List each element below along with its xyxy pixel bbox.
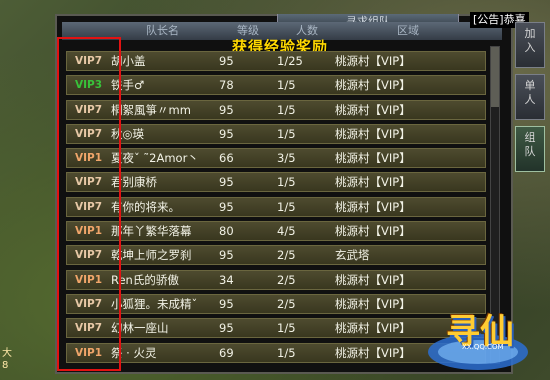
team-level: 95	[219, 248, 234, 263]
team-member-count: 1/5	[277, 199, 296, 214]
team-level: 80	[219, 224, 234, 239]
team-leader-name: 小狐狸。未成精ˇ	[111, 296, 198, 311]
team-member-count: 1/5	[277, 345, 296, 360]
team-member-count: 1/5	[277, 126, 296, 141]
team-member-count: 1/5	[277, 175, 296, 190]
team-area: 桃源村【VIP】	[335, 175, 411, 190]
team-row[interactable]: VIP1 那年丫繁华落幕 80 4/5 桃源村【VIP】	[66, 221, 486, 242]
team-area: 桃源村【VIP】	[335, 102, 411, 117]
team-member-count: 1/25	[277, 54, 303, 68]
header-leader[interactable]: 队长名	[146, 22, 179, 40]
team-leader-name: 桐絮風箏〃mm	[111, 102, 191, 117]
team-row[interactable]: VIP7 幻林一座山 95 1/5 桃源村【VIP】	[66, 318, 486, 339]
team-area: 玄武塔	[335, 248, 370, 263]
team-row[interactable]: VIP1 夏夜ˇ ˜2Amor丶 66 3/5 桃源村【VIP】	[66, 148, 486, 169]
team-level: 78	[219, 78, 234, 93]
team-row[interactable]: VIP7 桐絮風箏〃mm 95 1/5 桃源村【VIP】	[66, 99, 486, 120]
team-level: 34	[219, 272, 234, 287]
tab-solo[interactable]: 单 人	[515, 74, 545, 120]
team-member-count: 4/5	[277, 224, 296, 239]
team-area: 桃源村【VIP】	[335, 296, 411, 311]
team-level: 95	[219, 296, 234, 311]
team-leader-name: 那年丫繁华落幕	[111, 224, 192, 239]
team-row[interactable]: VIP7 秋◎瑛 95 1/5 桃源村【VIP】	[66, 123, 486, 144]
team-leader-name: 夏夜ˇ ˜2Amor丶	[111, 151, 199, 166]
team-level: 95	[219, 199, 234, 214]
team-row[interactable]: VIP7 小狐狸。未成精ˇ 95 2/5 桃源村【VIP】	[66, 293, 486, 314]
tab-join[interactable]: 加 入	[515, 22, 545, 68]
team-member-count: 1/5	[277, 321, 296, 336]
left-edge-text: 大 8	[2, 348, 12, 371]
tab-team[interactable]: 组 队	[515, 126, 545, 172]
team-level: 95	[219, 321, 234, 336]
team-row[interactable]: VIP1 祭 · 火灵 69 1/5 桃源村【VIP】	[66, 342, 486, 363]
team-row[interactable]: VIP7 有你的将来。 95 1/5 桃源村【VIP】	[66, 196, 486, 217]
header-area[interactable]: 区域	[397, 22, 419, 40]
team-member-count: 2/5	[277, 296, 296, 311]
team-leader-name: 有你的将来。	[111, 199, 180, 214]
team-area: 桃源村【VIP】	[335, 321, 411, 336]
team-area: 桃源村【VIP】	[335, 199, 411, 214]
team-row[interactable]: VIP7 君别康桥 95 1/5 桃源村【VIP】	[66, 172, 486, 193]
team-level: 95	[219, 175, 234, 190]
team-area: 桃源村【VIP】	[335, 345, 411, 360]
team-row[interactable]: VIP1 Ren氏的骄傲 34 2/5 桃源村【VIP】	[66, 269, 486, 290]
team-level: 66	[219, 151, 234, 166]
team-leader-name: Ren氏的骄傲	[111, 272, 179, 287]
team-list: VIP7 胡小盖 95 1/25 桃源村【VIP】 VIP3 铁手♂ 78 1/5 桃源村【VIP…	[66, 51, 486, 367]
logo-subtitle: XX.QQ.COM	[462, 343, 504, 351]
team-level: 95	[219, 102, 234, 117]
team-area: 桃源村【VIP】	[335, 54, 411, 68]
vip-highlight-box	[57, 37, 121, 371]
team-row[interactable]: VIP7 乾坤上师之罗刹 95 2/5 玄武塔	[66, 245, 486, 266]
team-area: 桃源村【VIP】	[335, 78, 411, 93]
side-tabs: 加 入 单 人 组 队	[515, 22, 547, 178]
team-leader-name: 乾坤上师之罗刹	[111, 248, 192, 263]
team-member-count: 2/5	[277, 272, 296, 287]
scroll-thumb[interactable]	[491, 47, 499, 107]
team-level: 95	[219, 126, 234, 141]
team-area: 桃源村【VIP】	[335, 151, 411, 166]
team-level: 95	[219, 54, 234, 68]
team-row[interactable]: VIP7 胡小盖 95 1/25 桃源村【VIP】	[66, 51, 486, 71]
team-area: 桃源村【VIP】	[335, 224, 411, 239]
team-member-count: 2/5	[277, 248, 296, 263]
team-member-count: 1/5	[277, 102, 296, 117]
team-member-count: 1/5	[277, 78, 296, 93]
team-area: 桃源村【VIP】	[335, 272, 411, 287]
team-level: 69	[219, 345, 234, 360]
team-area: 桃源村【VIP】	[335, 126, 411, 141]
team-member-count: 3/5	[277, 151, 296, 166]
team-row[interactable]: VIP3 铁手♂ 78 1/5 桃源村【VIP】	[66, 75, 486, 96]
